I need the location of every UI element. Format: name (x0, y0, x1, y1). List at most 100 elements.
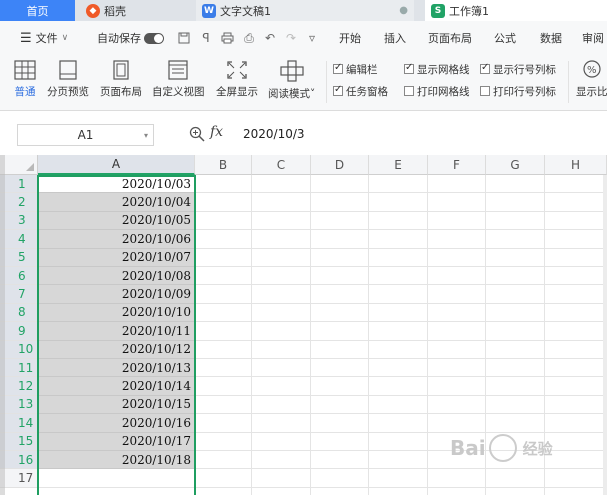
chevron-down-icon[interactable]: ▾ (144, 131, 148, 140)
page-layout-view-icon (113, 60, 129, 80)
tab-docer[interactable]: ◆ 稻壳 (80, 0, 192, 21)
formula-input[interactable]: 2020/10/3 (243, 127, 305, 141)
redo-icon[interactable]: ↷ (284, 31, 298, 45)
row-header-17[interactable]: 17 (0, 469, 38, 488)
autosave-toggle[interactable]: 自动保存 (97, 21, 164, 55)
cell-a4[interactable]: 2020/10/06 (38, 230, 195, 249)
full-screen-button[interactable]: 全屏显示 (216, 57, 258, 107)
ribbon-tab-review[interactable]: 审阅 (582, 21, 604, 55)
tab-home-label: 首页 (26, 4, 49, 18)
print-icon[interactable] (220, 31, 234, 45)
print-row-col-headers-checkbox[interactable]: 打印行号列标 (480, 83, 556, 99)
display-ratio-label: 显示比 (576, 86, 607, 98)
cell-a6[interactable]: 2020/10/08 (38, 267, 195, 286)
row-header-4[interactable]: 4 (0, 230, 38, 249)
column-header-f[interactable]: F (428, 155, 486, 175)
view-ribbon: 普通 分页预览 页面布局 自定义视图 全屏显示 阅读模式˅ 编辑栏 显示网格线 … (0, 55, 607, 111)
ribbon-tab-start-label: 开始 (339, 32, 361, 45)
reading-mode-button[interactable]: 阅读模式˅ (268, 57, 315, 107)
cell-a14[interactable]: 2020/10/16 (38, 414, 195, 433)
ribbon-tab-review-label: 审阅 (582, 32, 604, 45)
cell-a16[interactable]: 2020/10/18 (38, 451, 195, 470)
insert-function-button[interactable]: fx (210, 124, 223, 140)
select-all-corner[interactable] (0, 155, 38, 175)
show-gridlines-label: 显示网格线 (417, 63, 470, 76)
cell-a5[interactable]: 2020/10/07 (38, 248, 195, 267)
column-gridline (427, 175, 428, 495)
toggle-switch-icon[interactable] (144, 32, 164, 44)
page-break-preview-button[interactable]: 分页预览 (47, 57, 89, 107)
normal-view-button[interactable]: 普通 (14, 57, 36, 107)
page-layout-view-button[interactable]: 页面布局 (100, 57, 142, 107)
row-gridline (38, 486, 607, 488)
tab-workbook[interactable]: S 工作簿1 (425, 0, 607, 21)
row-header-11[interactable]: 11 (0, 359, 38, 378)
tab-close-dot-icon[interactable]: ● (399, 5, 408, 16)
row-header-14[interactable]: 14 (0, 414, 38, 433)
column-header-h[interactable]: H (545, 155, 607, 175)
ribbon-separator (568, 61, 569, 103)
cell-a8[interactable]: 2020/10/10 (38, 303, 195, 323)
ribbon-tab-page-layout-label: 页面布局 (428, 32, 472, 45)
column-header-b[interactable]: B (195, 155, 252, 175)
cell-a9[interactable]: 2020/10/11 (38, 322, 195, 341)
row-header-5[interactable]: 5 (0, 248, 38, 267)
ribbon-tab-formula-label: 公式 (494, 32, 516, 45)
display-ratio-button[interactable]: % 显示比 (576, 57, 607, 107)
cell-a12[interactable]: 2020/10/14 (38, 377, 195, 396)
row-header-13[interactable]: 13 (0, 395, 38, 415)
cell-a7[interactable]: 2020/10/09 (38, 285, 195, 304)
column-header-e[interactable]: E (369, 155, 428, 175)
ribbon-tab-formula[interactable]: 公式 (494, 21, 516, 55)
show-row-col-headers-checkbox[interactable]: 显示行号列标 (480, 61, 556, 77)
cell-a3[interactable]: 2020/10/05 (38, 211, 195, 231)
ribbon-tab-data[interactable]: 数据 (540, 21, 562, 55)
row-header-3[interactable]: 3 (0, 211, 38, 231)
name-box[interactable]: A1 ▾ (17, 124, 154, 146)
cell-a11[interactable]: 2020/10/13 (38, 359, 195, 378)
row-header-10[interactable]: 10 (0, 340, 38, 359)
row-header-1[interactable]: 1 (0, 175, 38, 194)
reading-mode-label: 阅读模式˅ (268, 88, 316, 100)
vertical-scrollbar[interactable] (603, 175, 607, 495)
file-menu[interactable]: ☰ 文件 ∨ (20, 21, 68, 55)
tab-docer-label: 稻壳 (104, 4, 126, 18)
zoom-in-icon[interactable] (189, 126, 205, 142)
cell-a15[interactable]: 2020/10/17 (38, 432, 195, 451)
cell-a1[interactable]: 2020/10/03 (38, 175, 195, 194)
cell-a10[interactable]: 2020/10/12 (38, 340, 195, 359)
ribbon-tab-page-layout[interactable]: 页面布局 (428, 21, 472, 55)
row-header-2[interactable]: 2 (0, 193, 38, 212)
print-preview-icon[interactable]: ⎙ (242, 31, 256, 45)
column-header-c[interactable]: C (252, 155, 311, 175)
column-header-g[interactable]: G (486, 155, 545, 175)
ribbon-tab-start[interactable]: 开始 (339, 21, 361, 55)
row-header-15[interactable]: 15 (0, 432, 38, 451)
row-header-16[interactable]: 16 (0, 451, 38, 470)
cell-a2[interactable]: 2020/10/04 (38, 193, 195, 212)
full-screen-icon (227, 61, 247, 79)
formula-bar: A1 ▾ fx 2020/10/3 (0, 111, 607, 156)
custom-view-button[interactable]: 自定义视图 (152, 57, 205, 107)
column-header-d[interactable]: D (311, 155, 369, 175)
undo-icon[interactable]: ↶ (263, 31, 277, 45)
row-header-12[interactable]: 12 (0, 377, 38, 396)
row-header-7[interactable]: 7 (0, 285, 38, 304)
print-gridlines-checkbox[interactable]: 打印网格线 (404, 83, 470, 99)
ribbon-tab-insert[interactable]: 插入 (384, 21, 406, 55)
edit-bar-checkbox[interactable]: 编辑栏 (333, 61, 378, 77)
row-header-9[interactable]: 9 (0, 322, 38, 341)
normal-view-icon (14, 60, 36, 80)
save-icon[interactable] (177, 31, 191, 45)
show-gridlines-checkbox[interactable]: 显示网格线 (404, 61, 470, 77)
task-pane-checkbox[interactable]: 任务窗格 (333, 83, 388, 99)
row-header-6[interactable]: 6 (0, 267, 38, 286)
reading-mode-icon (280, 60, 304, 82)
format-painter-icon[interactable]: ꟼ (199, 31, 213, 45)
column-header-a[interactable]: A (38, 155, 195, 175)
tab-home[interactable]: 首页 (0, 0, 75, 21)
tab-document[interactable]: W 文字文稿1 ● (196, 0, 414, 21)
row-header-8[interactable]: 8 (0, 303, 38, 323)
quick-access-dropdown-icon[interactable]: ▿ (305, 31, 319, 45)
cell-a13[interactable]: 2020/10/15 (38, 395, 195, 415)
